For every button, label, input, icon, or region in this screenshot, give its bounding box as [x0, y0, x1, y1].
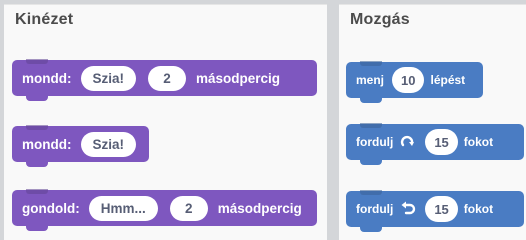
say-for-secs-block[interactable]: mondd: Szia! 2 másodpercig	[12, 60, 317, 101]
move-steps-input[interactable]: 10	[392, 67, 425, 93]
turn-right-label: fordulj	[356, 135, 394, 149]
turn-right-unit-label: fokot	[463, 135, 494, 149]
think-text-input[interactable]: Hmm...	[88, 195, 158, 221]
looks-category-panel: Kinézet mondd: Szia! 2 másodpercig mondd…	[4, 4, 327, 240]
say-label: mondd:	[22, 136, 72, 152]
turn-left-degrees-input[interactable]: 15	[425, 196, 458, 222]
think-secs-unit-label: másodpercig	[217, 200, 302, 216]
say-label: mondd:	[22, 70, 72, 86]
think-for-secs-block[interactable]: gondold: Hmm... 2 másodpercig	[12, 190, 317, 231]
turn-right-degrees-input[interactable]: 15	[425, 129, 458, 155]
turn-left-label: fordulj	[356, 202, 394, 216]
move-unit-label: lépést	[430, 73, 466, 87]
say-block[interactable]: mondd: Szia!	[12, 126, 149, 167]
say-secs-unit-label: másodpercig	[196, 70, 281, 86]
move-label: menj	[356, 73, 385, 87]
motion-category-title: Mozgás	[350, 11, 410, 28]
turn-left-block[interactable]: fordulj 15 fokot	[346, 191, 524, 232]
rotate-counterclockwise-icon	[399, 200, 417, 218]
think-label: gondold:	[22, 200, 80, 216]
say-text-input[interactable]: Szia!	[80, 65, 137, 91]
turn-left-unit-label: fokot	[463, 202, 494, 216]
say-secs-input[interactable]: 2	[148, 65, 187, 91]
move-steps-block[interactable]: menj 10 lépést	[346, 62, 483, 103]
think-secs-input[interactable]: 2	[169, 195, 208, 221]
motion-category-panel: Mozgás menj 10 lépést fordulj 15 fokot f…	[339, 4, 526, 240]
looks-category-title: Kinézet	[15, 11, 74, 28]
rotate-clockwise-icon	[399, 133, 417, 151]
turn-right-block[interactable]: fordulj 15 fokot	[346, 124, 524, 165]
say-text-input[interactable]: Szia!	[80, 131, 137, 157]
